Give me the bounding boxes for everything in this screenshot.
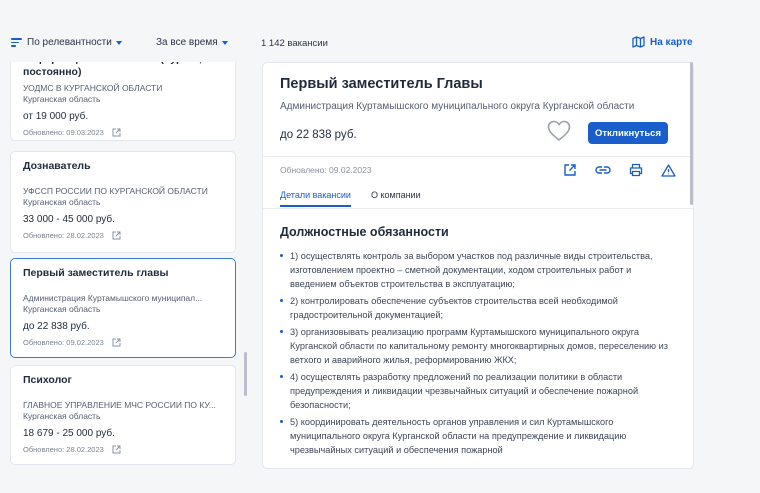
vacancy-title: информационных систем (Курган, постоянно…: [23, 62, 202, 78]
detail-updated: Обновлено: 09.02.2023: [280, 165, 372, 175]
tab-details[interactable]: Детали вакансии: [280, 190, 351, 207]
detail-scrollbar[interactable]: [690, 62, 693, 205]
map-label: На карте: [650, 36, 693, 48]
external-link-icon[interactable]: [112, 128, 121, 137]
vacancy-updated: Обновлено: 28.02.2023: [23, 231, 104, 240]
vacancy-card[interactable]: Дознаватель УФССП РОССИИ ПО КУРГАНСКОЙ О…: [10, 151, 236, 253]
vacancy-salary: 33 000 - 45 000 руб.: [23, 214, 115, 225]
vacancy-title: Первый заместитель главы: [23, 267, 169, 279]
detail-org[interactable]: Администрация Куртамышского муниципально…: [280, 101, 634, 112]
vacancy-org: УОДМС В КУРГАНСКОЙ ОБЛАСТИ: [23, 83, 163, 93]
sort-icon: [11, 38, 22, 47]
duties-list: 1) осуществлять контроль за выбором учас…: [280, 249, 680, 457]
detail-title: Первый заместитель Главы: [280, 76, 483, 92]
list-item: 1) осуществлять контроль за выбором учас…: [280, 249, 680, 291]
vacancy-updated: Обновлено: 28.02.2023: [23, 445, 104, 454]
share-button[interactable]: [553, 161, 586, 179]
list-item: 4) осуществлять разработку предложений п…: [280, 370, 680, 412]
vacancy-salary: до 22 838 руб.: [23, 321, 90, 332]
detail-actions: [553, 161, 685, 179]
report-button[interactable]: [652, 161, 685, 179]
link-icon: [594, 166, 611, 174]
share-icon: [563, 164, 576, 176]
period-dropdown[interactable]: За все время: [156, 37, 228, 48]
list-scrollbar[interactable]: [244, 352, 247, 396]
vacancy-salary: от 19 000 руб.: [23, 111, 89, 122]
heart-icon[interactable]: [547, 120, 571, 142]
list-item: 5) координировать деятельность органов у…: [280, 415, 680, 457]
vacancy-updated: Обновлено: 09.03.2023: [23, 128, 104, 137]
copy-link-button[interactable]: [586, 161, 619, 179]
map-icon: [632, 36, 645, 48]
list-item: 3) организовывать реализацию программ Ку…: [280, 325, 680, 367]
period-label: За все время: [156, 37, 218, 48]
vacancy-org: Администрация Куртамышского муниципал...: [23, 293, 203, 303]
vacancy-list: информационных систем (Курган, постоянно…: [10, 62, 236, 493]
detail-header: Первый заместитель Главы Администрация К…: [263, 63, 693, 209]
vacancy-updated: Обновлено: 09.02.2023: [23, 338, 104, 347]
list-item: 2) контролировать обеспечение субъектов …: [280, 294, 680, 322]
print-icon: [629, 163, 642, 177]
vacancy-count: 1 142 вакансии: [261, 38, 328, 49]
chevron-down-icon: [115, 40, 122, 45]
vacancy-region: Курганская область: [23, 304, 101, 314]
vacancy-title: Дознаватель: [23, 160, 91, 172]
vacancy-detail: Первый заместитель Главы Администрация К…: [262, 62, 694, 469]
divider: [263, 208, 693, 209]
vacancy-org: УФССП РОССИИ ПО КУРГАНСКОЙ ОБЛАСТИ: [23, 186, 208, 196]
vacancy-card[interactable]: информационных систем (Курган, постоянно…: [10, 62, 236, 141]
external-link-icon[interactable]: [112, 445, 121, 454]
detail-body: Должностные обязанности 1) осуществлять …: [280, 225, 680, 460]
sort-dropdown[interactable]: По релевантности: [11, 37, 122, 48]
vacancy-region: Курганская область: [23, 197, 101, 207]
vacancy-title: Психолог: [23, 374, 72, 386]
chevron-down-icon: [221, 40, 228, 45]
respond-button[interactable]: Откликнуться: [588, 122, 668, 144]
map-button[interactable]: На карте: [632, 36, 693, 48]
sort-label: По релевантности: [27, 37, 112, 48]
vacancy-card-selected[interactable]: Первый заместитель главы Администрация К…: [10, 258, 236, 358]
tab-company[interactable]: О компании: [371, 190, 421, 207]
vacancy-card[interactable]: Психолог ГЛАВНОЕ УПРАВЛЕНИЕ МЧС РОССИИ П…: [10, 365, 236, 465]
toolbar: По релевантности За все время 1 142 вака…: [0, 0, 760, 62]
detail-salary: до 22 838 руб.: [280, 129, 357, 141]
vacancy-org: ГЛАВНОЕ УПРАВЛЕНИЕ МЧС РОССИИ ПО КУ...: [23, 400, 216, 410]
vacancy-region: Курганская область: [23, 94, 101, 104]
vacancy-salary: 18 679 - 25 000 руб.: [23, 428, 115, 439]
external-link-icon[interactable]: [112, 231, 121, 240]
external-link-icon[interactable]: [112, 338, 121, 347]
vacancy-region: Курганская область: [23, 411, 101, 421]
detail-tabs: Детали вакансии О компании: [280, 190, 441, 207]
print-button[interactable]: [619, 161, 652, 179]
divider: [263, 156, 693, 157]
warning-icon: [661, 163, 676, 177]
section-title: Должностные обязанности: [280, 225, 449, 239]
